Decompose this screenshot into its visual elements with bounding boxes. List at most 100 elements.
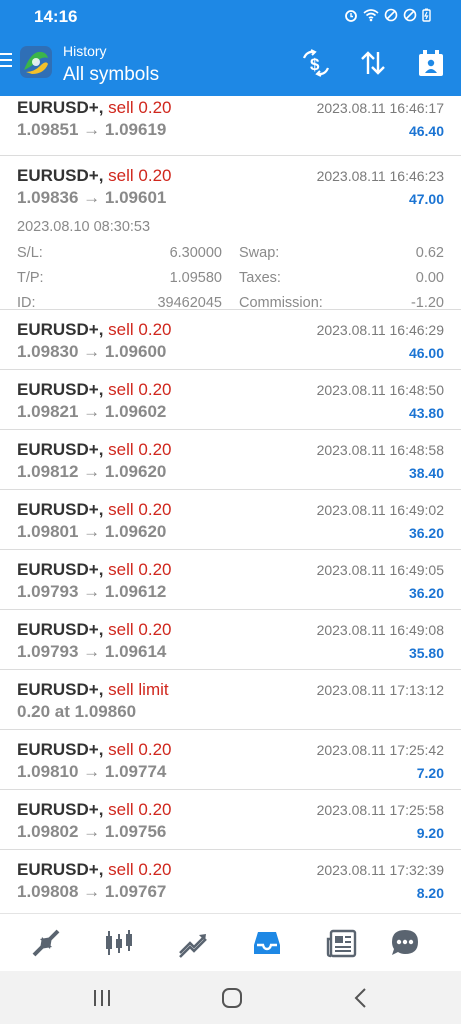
trade-time: 2023.08.11 16:49:05 (316, 562, 444, 578)
trade-action: sell 0.20 (108, 860, 172, 879)
trade-prices: 1.09801 → 1.09620 (17, 522, 167, 541)
trade-icon[interactable] (177, 927, 209, 959)
trade-time: 2023.08.11 16:46:23 (316, 168, 444, 184)
header-subtitle: History (63, 43, 107, 59)
metatrader-logo (20, 46, 52, 78)
trade-time: 2023.08.11 17:25:58 (316, 802, 444, 818)
trade-action: sell 0.20 (108, 800, 172, 819)
trade-action: sell 0.20 (108, 500, 172, 519)
app-bar: 14:16 History All symbols $ (0, 0, 461, 96)
trade-prices: 1.09808 → 1.09767 (17, 882, 167, 901)
history-icon[interactable] (251, 927, 283, 959)
trade-profit: 7.20 (416, 765, 444, 781)
trade-prices: 1.09793 → 1.09612 (17, 582, 167, 601)
trade-time: 2023.08.11 17:13:12 (316, 682, 444, 698)
trade-action: sell 0.20 (108, 380, 172, 399)
trade-row[interactable]: EURUSD+, sell 0.20 1.09812 → 1.09620 202… (0, 430, 461, 490)
trade-row[interactable]: EURUSD+, sell 0.20 1.09793 → 1.09614 202… (0, 610, 461, 670)
trade-profit: 46.00 (408, 345, 444, 361)
trade-profit: 47.00 (408, 191, 444, 207)
trade-time: 2023.08.11 16:48:58 (316, 442, 444, 458)
trade-symbol: EURUSD+, (17, 320, 104, 339)
trade-prices: 1.09836 → 1.09601 (17, 188, 167, 207)
trade-row[interactable]: EURUSD+, sell 0.20 1.09801 → 1.09620 202… (0, 490, 461, 550)
trade-symbol: EURUSD+, (17, 860, 104, 879)
wifi-icon (363, 9, 379, 22)
trade-row-expanded[interactable]: EURUSD+, sell 0.20 1.09836 → 1.09601 202… (0, 156, 461, 311)
trade-action: sell 0.20 (108, 620, 172, 639)
trade-row[interactable]: EURUSD+, sell 0.20 1.09808 → 1.09767 202… (0, 850, 461, 910)
trade-action: sell 0.20 (108, 440, 172, 459)
trade-profit: 9.20 (416, 825, 444, 841)
trade-row[interactable]: EURUSD+, sell 0.20 1.09793 → 1.09612 202… (0, 550, 461, 610)
trade-time: 2023.08.11 16:46:17 (316, 100, 444, 116)
id-label: ID: (17, 295, 36, 311)
trade-symbol: EURUSD+, (17, 500, 104, 519)
taxes-value: 0.00 (415, 270, 444, 286)
calendar-period-icon[interactable] (416, 48, 446, 78)
trade-prices: 1.09802 → 1.09756 (17, 822, 167, 841)
back-icon[interactable] (348, 985, 374, 1011)
trade-prices: 1.09851 → 1.09619 (17, 120, 167, 139)
trade-row[interactable]: EURUSD+, sell 0.20 1.09810 → 1.09774 202… (0, 730, 461, 790)
trade-row[interactable]: EURUSD+, sell 0.20 1.09851 → 1.09619 202… (0, 96, 461, 156)
swap-value: 0.62 (415, 245, 444, 261)
open-time: 2023.08.10 08:30:53 (17, 219, 151, 235)
commission-label: Commission: (239, 295, 323, 311)
trade-symbol: EURUSD+, (17, 560, 104, 579)
bottom-tab-bar (0, 913, 461, 971)
header-title[interactable]: All symbols (63, 64, 159, 86)
trade-symbol: EURUSD+, (17, 380, 104, 399)
trade-symbol: EURUSD+, (17, 620, 104, 639)
tp-label: T/P: (17, 270, 44, 286)
order-volume-price: 0.20 at 1.09860 (17, 702, 137, 721)
trade-profit: 46.40 (408, 123, 444, 139)
order-row[interactable]: EURUSD+, sell limit 0.20 at 1.09860 2023… (0, 670, 461, 730)
trade-profit: 36.20 (408, 585, 444, 601)
trade-symbol: EURUSD+, (17, 680, 104, 699)
do-not-disturb-icon (403, 8, 417, 22)
trade-time: 2023.08.11 17:25:42 (316, 742, 444, 758)
trade-action: sell 0.20 (108, 320, 172, 339)
trade-symbol: EURUSD+, (17, 800, 104, 819)
messages-icon[interactable] (389, 927, 421, 959)
status-time: 14:16 (34, 7, 78, 26)
taxes-label: Taxes: (239, 270, 281, 286)
trade-symbol: EURUSD+, (17, 166, 104, 185)
sl-label: S/L: (17, 245, 43, 261)
sort-icon[interactable] (358, 48, 388, 78)
status-icons (344, 8, 431, 22)
trade-profit: 35.80 (408, 645, 444, 661)
quotes-icon[interactable] (30, 927, 62, 959)
trade-profit: 38.40 (408, 465, 444, 481)
trade-row[interactable]: EURUSD+, sell 0.20 1.09830 → 1.09600 202… (0, 310, 461, 370)
trade-action: sell 0.20 (108, 740, 172, 759)
battery-icon (422, 8, 431, 22)
trade-time: 2023.08.11 16:48:50 (316, 382, 444, 398)
trade-prices: 1.09830 → 1.09600 (17, 342, 167, 361)
swap-label: Swap: (239, 245, 280, 261)
trade-row[interactable]: EURUSD+, sell 0.20 1.09802 → 1.09756 202… (0, 790, 461, 850)
trade-time: 2023.08.11 17:32:39 (316, 862, 444, 878)
chart-icon[interactable] (103, 927, 135, 959)
news-icon[interactable] (326, 927, 358, 959)
trade-prices: 1.09821 → 1.09602 (17, 402, 167, 421)
trade-prices: 1.09810 → 1.09774 (17, 762, 167, 781)
menu-icon[interactable] (0, 53, 12, 67)
home-icon[interactable] (219, 985, 245, 1011)
commission-value: -1.20 (410, 295, 444, 311)
sl-value: 6.30000 (169, 245, 222, 261)
currency-exchange-icon[interactable]: $ (301, 48, 331, 78)
trade-time: 2023.08.11 16:49:02 (316, 502, 444, 518)
alarm-icon (345, 10, 357, 22)
trade-prices: 1.09812 → 1.09620 (17, 462, 167, 481)
trade-symbol: EURUSD+, (17, 98, 104, 117)
trade-row[interactable]: EURUSD+, sell 0.20 1.09821 → 1.09602 202… (0, 370, 461, 430)
blocked-icon (384, 8, 398, 22)
tp-value: 1.09580 (169, 270, 222, 286)
trade-symbol: EURUSD+, (17, 440, 104, 459)
trade-prices: 1.09793 → 1.09614 (17, 642, 167, 661)
system-nav-bar (0, 971, 461, 1024)
recent-apps-icon[interactable] (89, 985, 115, 1011)
trade-time: 2023.08.11 16:46:29 (316, 322, 444, 338)
